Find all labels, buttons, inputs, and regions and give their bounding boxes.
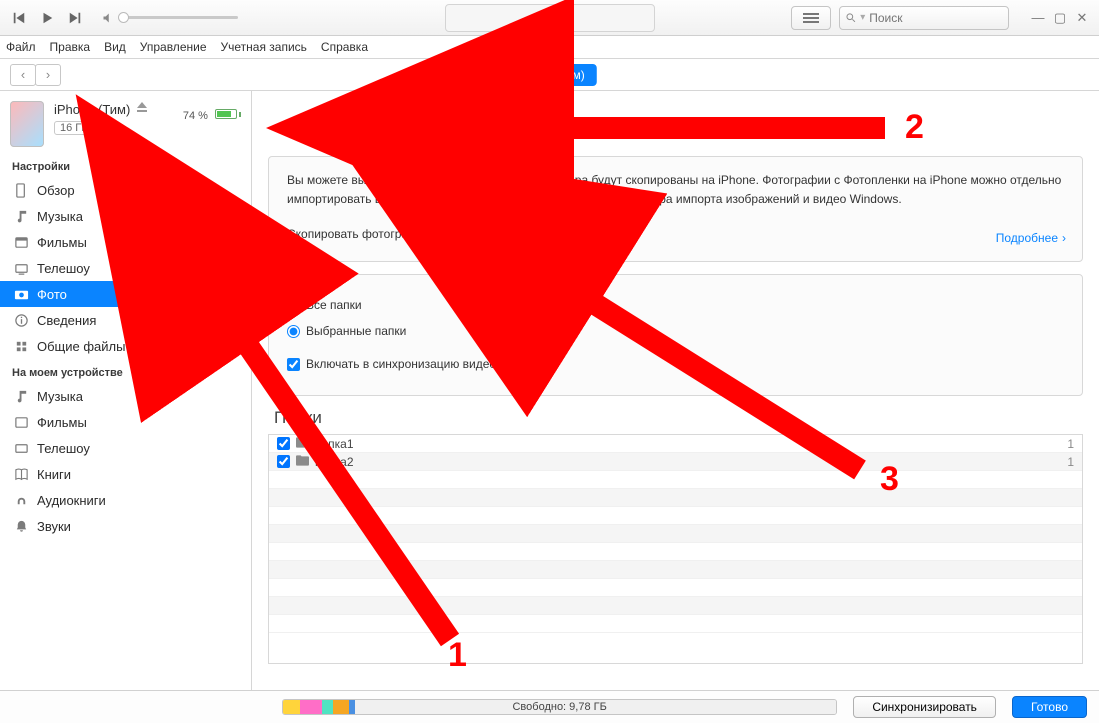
content-panel: Синхронизировать Вы можете выбрать, каки… — [252, 91, 1099, 690]
copy-from-select[interactable]: iphone⇅ — [460, 223, 520, 246]
capacity-free-label: Свободно: 9,78 ГБ — [512, 701, 606, 713]
menu-file[interactable]: Файл — [6, 40, 36, 54]
sync-options-box: Все папки Выбранные папки Включать в син… — [268, 274, 1083, 397]
play-button[interactable] — [36, 7, 58, 29]
ondevice-music[interactable]: Музыка — [0, 383, 251, 409]
list-icon — [803, 12, 819, 24]
menu-help[interactable]: Справка — [321, 40, 368, 54]
sidebar-item-music[interactable]: Музыка — [0, 203, 251, 229]
device-capacity: 16 ГБ — [54, 121, 94, 135]
speaker-icon — [102, 12, 114, 24]
ondevice-audiobooks[interactable]: Аудиокниги — [0, 487, 251, 513]
ondevice-tones[interactable]: Звуки — [0, 513, 251, 539]
folder-row[interactable]: папка21 — [269, 453, 1082, 471]
chevron-updown-icon: ⇅ — [507, 230, 515, 240]
photo-count: Фото: 2 — [529, 227, 570, 241]
search-field[interactable]: ▾ — [839, 6, 1009, 30]
chevron-right-icon: › — [1062, 229, 1066, 248]
sync-description: Вы можете выбрать, какие фотографии с ко… — [287, 171, 1064, 209]
close-button[interactable]: ✕ — [1073, 10, 1091, 26]
menu-view[interactable]: Вид — [104, 40, 126, 54]
device-name: iPhone (Тим) — [54, 102, 130, 117]
device-breadcrumb[interactable]: iPhone (Тим) — [502, 64, 596, 86]
list-view-button[interactable] — [791, 6, 831, 30]
option-selected-folders[interactable]: Выбранные папки — [287, 322, 1064, 341]
window-controls: — ▢ ✕ — [1029, 10, 1091, 26]
device-header: iPhone (Тим) 16 ГБ 74 % — [0, 91, 251, 153]
search-icon — [846, 12, 856, 24]
capacity-bar: Свободно: 9,78 ГБ — [282, 699, 837, 715]
option-include-video[interactable]: Включать в синхронизацию видео — [287, 355, 1064, 374]
ondevice-books[interactable]: Книги — [0, 461, 251, 487]
ondevice-tvshows[interactable]: Телешоу — [0, 435, 251, 461]
player-toolbar: ▾ — ▢ ✕ — [0, 0, 1099, 36]
search-input[interactable] — [869, 11, 1002, 25]
folder-checkbox[interactable] — [277, 455, 290, 468]
group-ondevice-title: На моем устройстве — [0, 359, 251, 383]
folders-table: папка11 папка21 — [268, 434, 1083, 664]
app-menu-bar: Файл Правка Вид Управление Учетная запис… — [0, 36, 1099, 59]
eject-button[interactable] — [136, 101, 152, 117]
apple-logo-icon — [542, 10, 558, 26]
sidebar-item-tvshows[interactable]: Телешоу — [0, 255, 251, 281]
folder-checkbox[interactable] — [277, 437, 290, 450]
learn-more-link[interactable]: Подробнее› — [996, 229, 1066, 248]
sync-checkbox[interactable] — [292, 122, 306, 136]
volume-slider[interactable] — [102, 12, 238, 24]
folders-heading: Папки — [274, 408, 1099, 428]
folder-icon — [296, 437, 309, 451]
done-button[interactable]: Готово — [1012, 696, 1087, 718]
folder-icon — [296, 455, 309, 469]
menu-account[interactable]: Учетная запись — [221, 40, 307, 54]
back-button[interactable]: ‹ — [10, 64, 36, 86]
sidebar-item-photos[interactable]: Фото — [0, 281, 251, 307]
maximize-button[interactable]: ▢ — [1051, 10, 1069, 26]
device-thumbnail — [10, 101, 44, 147]
footer-bar: Свободно: 9,78 ГБ Синхронизировать Готов… — [0, 690, 1099, 723]
prev-track-button[interactable] — [8, 7, 30, 29]
sidebar-item-overview[interactable]: Обзор — [0, 177, 251, 203]
menu-edit[interactable]: Правка — [50, 40, 91, 54]
forward-button[interactable]: › — [35, 64, 61, 86]
folder-row[interactable]: папка11 — [269, 435, 1082, 453]
sidebar-item-movies[interactable]: Фильмы — [0, 229, 251, 255]
now-playing-lcd — [445, 4, 655, 32]
menu-controls[interactable]: Управление — [140, 40, 207, 54]
next-track-button[interactable] — [64, 7, 86, 29]
sidebar-item-info[interactable]: Сведения — [0, 307, 251, 333]
sync-button[interactable]: Синхронизировать — [853, 696, 996, 718]
panel-title: Синхронизировать — [316, 115, 517, 142]
copy-from-label: Скопировать фотографии из: — [287, 227, 450, 241]
sync-description-box: Вы можете выбрать, какие фотографии с ко… — [268, 156, 1083, 262]
option-all-folders[interactable]: Все папки — [287, 296, 1064, 315]
group-settings-title: Настройки — [0, 153, 251, 177]
ondevice-movies[interactable]: Фильмы — [0, 409, 251, 435]
device-battery: 74 % — [183, 109, 241, 147]
minimize-button[interactable]: — — [1029, 10, 1047, 26]
nav-strip: ‹ › iPhone (Тим) — [0, 59, 1099, 91]
sidebar: iPhone (Тим) 16 ГБ 74 % Настройки Обзор … — [0, 91, 252, 690]
sidebar-item-file-sharing[interactable]: Общие файлы — [0, 333, 251, 359]
